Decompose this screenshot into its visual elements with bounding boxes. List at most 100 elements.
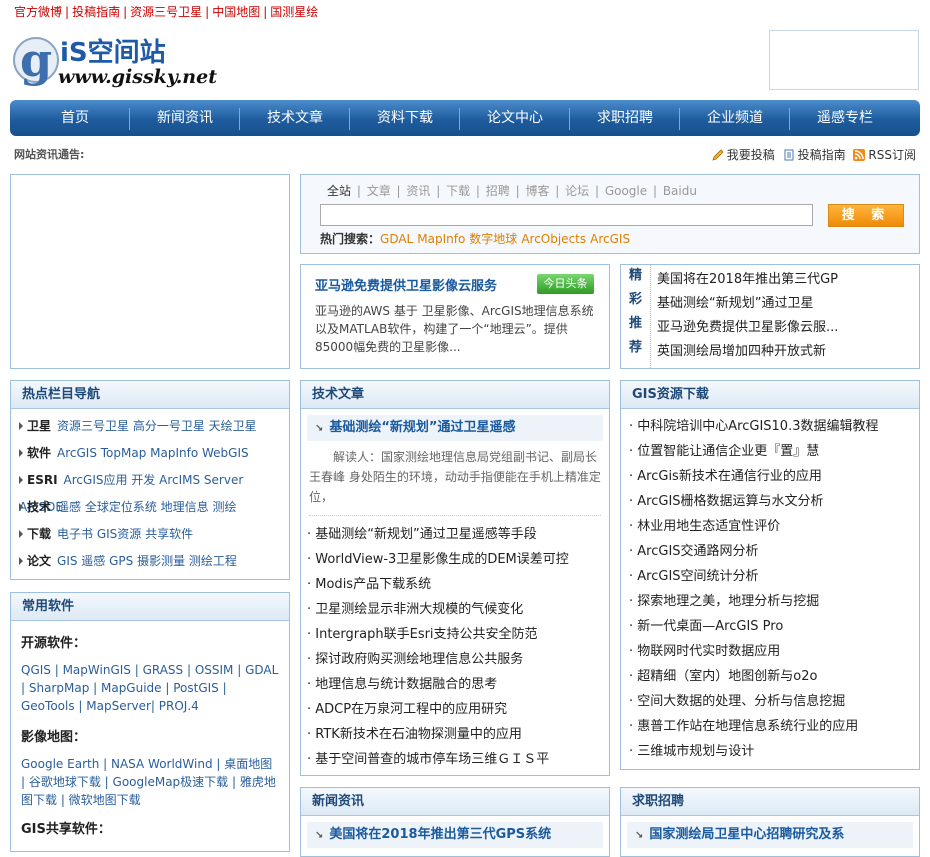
gis-share-label: GIS共享软件： — [21, 822, 111, 837]
triangle-icon — [19, 476, 23, 484]
search-tab-all[interactable]: 全站 — [327, 184, 351, 198]
list-item[interactable]: 软件 ArcGIS TopMap MapInfo WebGIS — [11, 440, 289, 467]
hot-nav-title: 热点栏目导航 — [11, 381, 289, 409]
row-links[interactable]: 遥感 全球定位系统 地理信息 测绘 — [57, 500, 236, 514]
tech-feature-title[interactable]: 基础测绘“新规划”通过卫星遥感 — [329, 420, 515, 435]
jobs-box: 求职招聘 ↘ 国家测绘局卫星中心招聘研究及系 — [620, 787, 920, 857]
open-source-links[interactable]: QGIS | MapWinGIS | GRASS | OSSIM | GDAL … — [21, 661, 279, 715]
row-head: 下载 — [27, 527, 52, 541]
list-item[interactable]: · 位置智能让通信企业更『置』慧 — [623, 439, 919, 464]
search-button[interactable]: 搜 索 — [828, 204, 904, 227]
list-item[interactable]: · 中科院培训中心ArcGIS10.3数据编辑教程 — [623, 414, 919, 439]
list-item[interactable]: 美国将在2018年推出第三代GP — [657, 268, 838, 292]
jobs-feature[interactable]: ↘ 国家测绘局卫星中心招聘研究及系 — [627, 822, 913, 848]
row-links[interactable]: ArcGIS TopMap MapInfo WebGIS — [57, 446, 249, 460]
site-logo[interactable]: g iS空间站 www.gissky.net — [12, 30, 217, 92]
search-tab-download[interactable]: 下载 — [446, 184, 470, 198]
nav-jobs[interactable]: 求职招聘 — [570, 100, 680, 136]
list-item[interactable]: · 物联网时代实时数据应用 — [623, 639, 919, 664]
search-tab-article[interactable]: 文章 — [367, 184, 391, 198]
rss-link[interactable]: RSS订阅 — [868, 148, 916, 162]
search-input[interactable] — [320, 204, 813, 226]
nav-news[interactable]: 新闻资讯 — [130, 100, 240, 136]
list-item[interactable]: · 探索地理之美，地理分析与挖掘 — [623, 589, 919, 614]
news-feature[interactable]: ↘ 美国将在2018年推出第三代GPS系统 — [307, 822, 603, 848]
gis-download-title: GIS资源下载 — [621, 381, 919, 409]
tech-feature[interactable]: ↘ 基础测绘“新规划”通过卫星遥感 — [307, 415, 603, 441]
list-item[interactable]: · 卫星测绘显示非洲大规模的气候变化 — [301, 597, 609, 622]
list-item[interactable]: 卫星 资源三号卫星 高分一号卫星 天绘卫星 — [11, 413, 289, 440]
list-item[interactable]: · ADCP在万泉河工程中的应用研究 — [301, 697, 609, 722]
top-link-weibo[interactable]: 官方微博 — [14, 5, 62, 19]
hot-term[interactable]: 数字地球 — [469, 232, 517, 246]
search-tab-blog[interactable]: 博客 — [525, 184, 549, 198]
recommend-label: 精 彩 推 荐 — [621, 264, 651, 368]
document-icon — [784, 149, 794, 161]
image-map-label: 影像地图： — [21, 730, 87, 745]
search-tab-forum[interactable]: 论坛 — [565, 184, 589, 198]
image-map-links[interactable]: Google Earth | NASA WorldWind | 桌面地图 | 谷… — [21, 755, 279, 809]
row-head: 软件 — [27, 446, 52, 460]
hot-term[interactable]: GDAL — [380, 232, 413, 246]
guide-link[interactable]: 投稿指南 — [798, 148, 846, 162]
tech-feature-excerpt: 解读人：国家测绘地理信息局党组副书记、副局长 王春峰 身处陌生的环境，动动手指便… — [309, 447, 601, 516]
list-item[interactable]: 下载 电子书 GIS资源 共享软件 — [11, 521, 289, 548]
list-item[interactable]: · 超精细（室内）地图创新与o2o — [623, 664, 919, 689]
search-tab-jobs[interactable]: 招聘 — [486, 184, 510, 198]
top-link-chinamap[interactable]: 中国地图 — [212, 5, 260, 19]
top-link-gcxh[interactable]: 国测星绘 — [270, 5, 318, 19]
list-item[interactable]: 亚马逊免费提供卫星影像云服... — [657, 316, 838, 340]
svg-text:g: g — [20, 33, 52, 87]
search-tab-news[interactable]: 资讯 — [406, 184, 430, 198]
list-item[interactable]: · ArcGIS栅格数据运算与水文分析 — [623, 489, 919, 514]
list-item[interactable]: · 空间大数据的处理、分析与信息挖掘 — [623, 689, 919, 714]
nav-home[interactable]: 首页 — [20, 100, 130, 136]
row-links[interactable]: GIS 遥感 GPS 摄影测量 测绘工程 — [57, 554, 237, 568]
list-item[interactable]: · 探讨政府购买测绘地理信息公共服务 — [301, 647, 609, 672]
list-item[interactable]: · ArcGis新技术在通信行业的应用 — [623, 464, 919, 489]
jobs-feature-title[interactable]: 国家测绘局卫星中心招聘研究及系 — [649, 827, 844, 842]
hot-term[interactable]: MapInfo — [417, 232, 465, 246]
list-item[interactable]: · WorldView-3卫星影像生成的DEM误差可控 — [301, 547, 609, 572]
list-item[interactable]: · 三维城市规划与设计 — [623, 739, 919, 764]
software-title: 常用软件 — [11, 593, 289, 621]
row-links[interactable]: 电子书 GIS资源 共享软件 — [57, 527, 193, 541]
list-item[interactable]: 英国测绘局增加四种开放式新 — [657, 340, 838, 364]
list-item[interactable]: · Intergraph联手Esri支持公共安全防范 — [301, 622, 609, 647]
nav-rs[interactable]: 遥感专栏 — [790, 100, 900, 136]
news-feature-title[interactable]: 美国将在2018年推出第三代GPS系统 — [329, 827, 551, 842]
today-headline-badge: 今日头条 — [537, 274, 594, 294]
headline-title[interactable]: 亚马逊免费提供卫星影像云服务 — [315, 275, 497, 294]
hot-term[interactable]: ArcGIS — [590, 232, 630, 246]
top-link-guide[interactable]: 投稿指南 — [72, 5, 120, 19]
main-nav: 首页 新闻资讯 技术文章 资料下载 论文中心 求职招聘 企业频道 遥感专栏 — [10, 100, 920, 136]
list-item[interactable]: · 新一代桌面—ArcGIS Pro — [623, 614, 919, 639]
nav-tech[interactable]: 技术文章 — [240, 100, 350, 136]
triangle-icon — [19, 422, 23, 430]
search-tab-google[interactable]: Google — [605, 184, 647, 198]
nav-download[interactable]: 资料下载 — [350, 100, 460, 136]
hot-term[interactable]: ArcObjects — [521, 232, 586, 246]
list-item[interactable]: · RTK新技术在石油物探测量中的应用 — [301, 722, 609, 747]
row-head: 技术 — [27, 500, 52, 514]
list-item[interactable]: · 基于空间普查的城市停车场三维ＧＩＳ平 — [301, 747, 609, 772]
list-item[interactable]: · ArcGIS空间统计分析 — [623, 564, 919, 589]
top-link-zy3[interactable]: 资源三号卫星 — [130, 5, 202, 19]
nav-enterprise[interactable]: 企业频道 — [680, 100, 790, 136]
list-item[interactable]: · Modis产品下载系统 — [301, 572, 609, 597]
list-item[interactable]: · ArcGIS交通路网分析 — [623, 539, 919, 564]
list-item[interactable]: 技术 遥感 全球定位系统 地理信息 测绘 — [11, 494, 289, 521]
list-item[interactable]: ESRI ArcGIS应用 开发 ArcIMS Server ArcSDE — [11, 467, 289, 514]
list-item[interactable]: · 地理信息与统计数据融合的思考 — [301, 672, 609, 697]
submit-link[interactable]: 我要投稿 — [727, 148, 775, 162]
nav-papers[interactable]: 论文中心 — [460, 100, 570, 136]
list-item[interactable]: · 林业用地生态适宜性评价 — [623, 514, 919, 539]
list-item[interactable]: · 基础测绘“新规划”通过卫星遥感等手段 — [301, 522, 609, 547]
software-box: 常用软件 开源软件： QGIS | MapWinGIS | GRASS | OS… — [10, 592, 290, 852]
list-item[interactable]: · 惠普工作站在地理信息系统行业的应用 — [623, 714, 919, 739]
recommend-label-char: 精 — [628, 268, 642, 283]
list-item[interactable]: 基础测绘“新规划”通过卫星 — [657, 292, 838, 316]
search-tab-baidu[interactable]: Baidu — [663, 184, 697, 198]
list-item[interactable]: 论文 GIS 遥感 GPS 摄影测量 测绘工程 — [11, 548, 289, 575]
row-links[interactable]: 资源三号卫星 高分一号卫星 天绘卫星 — [57, 419, 257, 433]
